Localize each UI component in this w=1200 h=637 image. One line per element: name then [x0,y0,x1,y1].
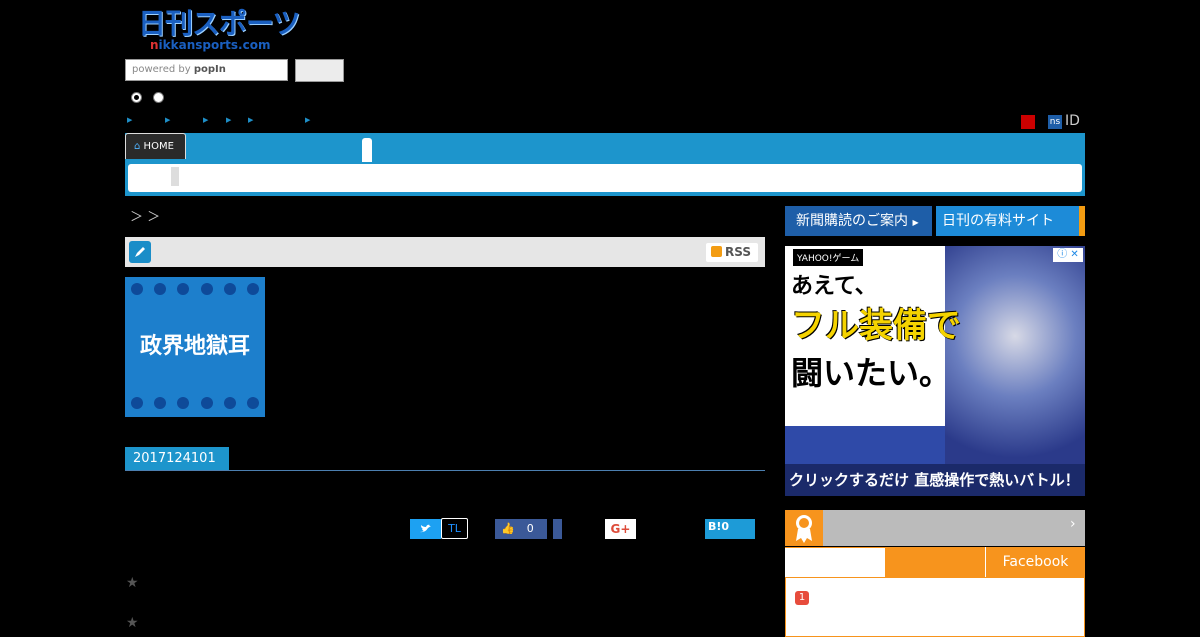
ad-footer: クリックするだけ 直感操作で熱いバトル！ [785,464,1085,496]
hatena-label: B! [708,520,722,533]
top-link-icon[interactable]: ▶ [305,116,310,124]
id-login-link[interactable]: ID [1065,113,1080,129]
facebook-like-button[interactable]: 👍 0 [495,519,547,539]
search-placeholder: powered by [132,64,191,75]
popin-logo: popIn [193,64,226,75]
divider [125,470,765,471]
top-link-icon[interactable]: ▶ [226,116,231,124]
ad-info-icon[interactable]: ⓘ ✕ [1053,248,1083,262]
logo-url-n: n [150,38,159,52]
column-title: 政界地獄耳 [139,334,250,359]
caret-right-icon: ▶ [912,218,919,227]
decorative-dots [125,283,265,295]
breadcrumb[interactable]: ＞ ＞ [130,206,160,225]
google-plus-button[interactable]: G+ [605,519,636,539]
ranking-list [785,577,1085,637]
thumbs-up-icon: 👍 [501,522,515,535]
sub-nav [128,164,1082,192]
home-label: HOME [143,141,174,152]
facebook-share-button[interactable] [553,519,562,539]
ad-brand: YAHOO!ゲーム [793,249,864,266]
star-icon: ★ [126,575,139,591]
advertisement-banner[interactable]: YAHOO!ゲーム ⓘ ✕ あえて、 フル装備で 闘いたい。 クリックするだけ … [785,246,1085,496]
subscription-button[interactable]: 新聞購読のご案内 ▶ [785,206,932,236]
robot-illustration [945,246,1085,471]
like-count: 0 [526,522,534,535]
column-header-bar [125,237,765,267]
subscription-label: 新聞購読のご案内 [796,213,908,229]
search-button[interactable] [295,59,344,82]
ad-headline-2: フル装備で [791,306,961,346]
timeline-button[interactable]: TL [441,518,468,539]
column-title-image: 政界地獄耳 [125,277,265,417]
home-icon: ⌂ [134,141,141,152]
ranking-medal-icon [785,510,823,546]
chevron-right-icon[interactable]: › [1070,516,1076,532]
search-input[interactable]: powered by popIn [125,59,288,81]
logo-url-rest: ikkansports.com [158,38,271,52]
site-logo-url[interactable]: nikkansports.com [150,38,270,52]
twitter-icon [420,524,431,533]
ranking-tab-active[interactable] [785,548,885,577]
paid-site-label: 日刊の有料サイト [942,213,1054,229]
rank-number-badge: 1 [795,591,809,605]
hatena-bookmark-button[interactable]: B!0 [705,519,755,539]
top-link-icon[interactable]: ▶ [203,116,208,124]
top-link-icon[interactable]: ▶ [127,116,132,124]
ns-badge[interactable]: ns [1048,115,1062,129]
site-logo[interactable]: 日刊スポーツ [138,8,300,40]
rss-icon [711,246,722,257]
nav-tab[interactable] [362,138,372,162]
ranking-header[interactable] [785,510,1085,546]
nav-home-tab[interactable]: ⌂ HOME [125,133,186,159]
paid-site-button[interactable]: 日刊の有料サイト [936,206,1085,236]
tab-facebook[interactable]: Facebook [985,547,1085,577]
star-icon: ★ [126,615,139,631]
search-scope-radio-2[interactable] [153,92,164,103]
pencil-icon [129,241,151,263]
search-scope-radio-1[interactable] [131,92,142,103]
sub-nav-item[interactable] [171,167,179,186]
ad-headline-3: 闘いたい。 [791,354,952,392]
top-link-icon[interactable]: ▶ [165,116,170,124]
hatena-count: 0 [721,520,730,533]
twitter-share-button[interactable] [410,519,441,539]
rss-button[interactable]: RSS [706,243,758,262]
decorative-dots [125,397,265,409]
account-icon[interactable] [1021,115,1035,129]
article-date-tag: 2017124101 [125,447,229,470]
rss-label: RSS [725,245,751,259]
ad-headline-1: あえて、 [791,274,877,299]
top-link-icon[interactable]: ▶ [248,116,253,124]
